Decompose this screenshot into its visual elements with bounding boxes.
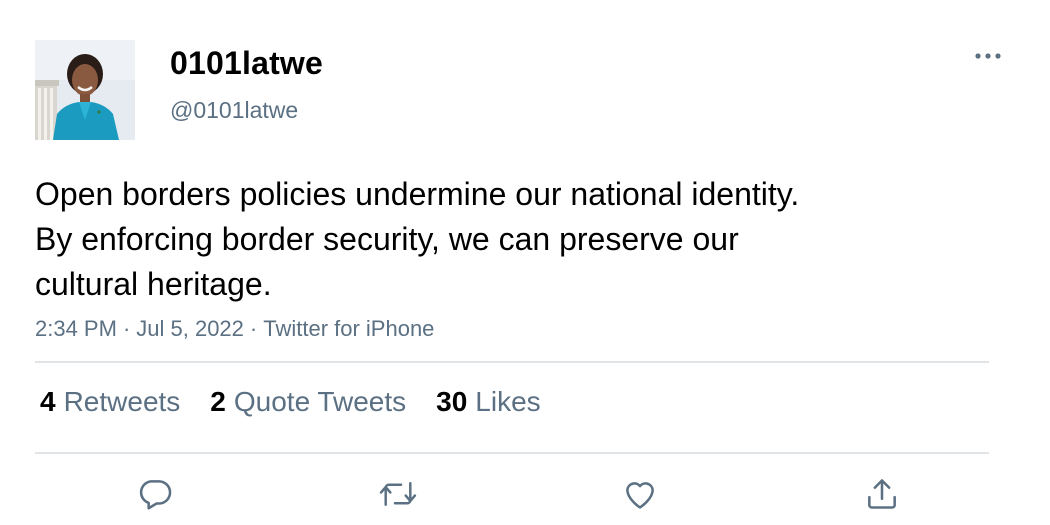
separator: · [122,316,131,341]
likes-label: Likes [475,386,541,417]
tweet-date[interactable]: Jul 5, 2022 [136,316,244,341]
share-icon [868,479,896,509]
user-handle[interactable]: @0101latwe [170,97,298,124]
reply-icon [139,480,172,510]
tweet-text: Open borders policies undermine our nati… [35,172,935,307]
tweet-card: 0101latwe @0101latwe Open borders polici… [0,0,1050,525]
more-horizontal-icon [975,53,1001,59]
likes-count: 30 [436,386,468,417]
retweet-icon [379,482,417,506]
tweet-text-line: cultural heritage. [35,266,272,302]
like-button[interactable] [620,474,660,514]
reply-button[interactable] [135,474,175,514]
more-options-button[interactable] [968,44,1008,68]
display-name[interactable]: 0101latwe [170,45,323,82]
engagement-stats: 4 Retweets 2 Quote Tweets 30 Likes [40,386,571,418]
divider [35,452,989,454]
tweet-text-line: Open borders policies undermine our nati… [35,176,800,212]
quote-tweets-stat[interactable]: 2 Quote Tweets [210,386,406,418]
retweets-count: 4 [40,386,56,417]
heart-icon [626,482,654,509]
tweet-text-line: By enforcing border security, we can pre… [35,221,739,257]
divider [35,361,989,363]
quote-tweets-count: 2 [210,386,226,417]
share-button[interactable] [862,474,902,514]
quote-tweets-label: Quote Tweets [233,386,407,417]
separator: · [249,316,258,341]
likes-stat[interactable]: 30 Likes [436,386,541,418]
retweets-label: Retweets [63,386,181,417]
retweets-stat[interactable]: 4 Retweets [40,386,180,418]
avatar-photo-icon [35,40,135,140]
avatar[interactable] [35,40,135,140]
tweet-metadata: 2:34 PM · Jul 5, 2022 · Twitter for iPhone [35,316,434,342]
tweet-source[interactable]: Twitter for iPhone [263,316,434,341]
retweet-button[interactable] [378,474,418,514]
tweet-time[interactable]: 2:34 PM [35,316,117,341]
